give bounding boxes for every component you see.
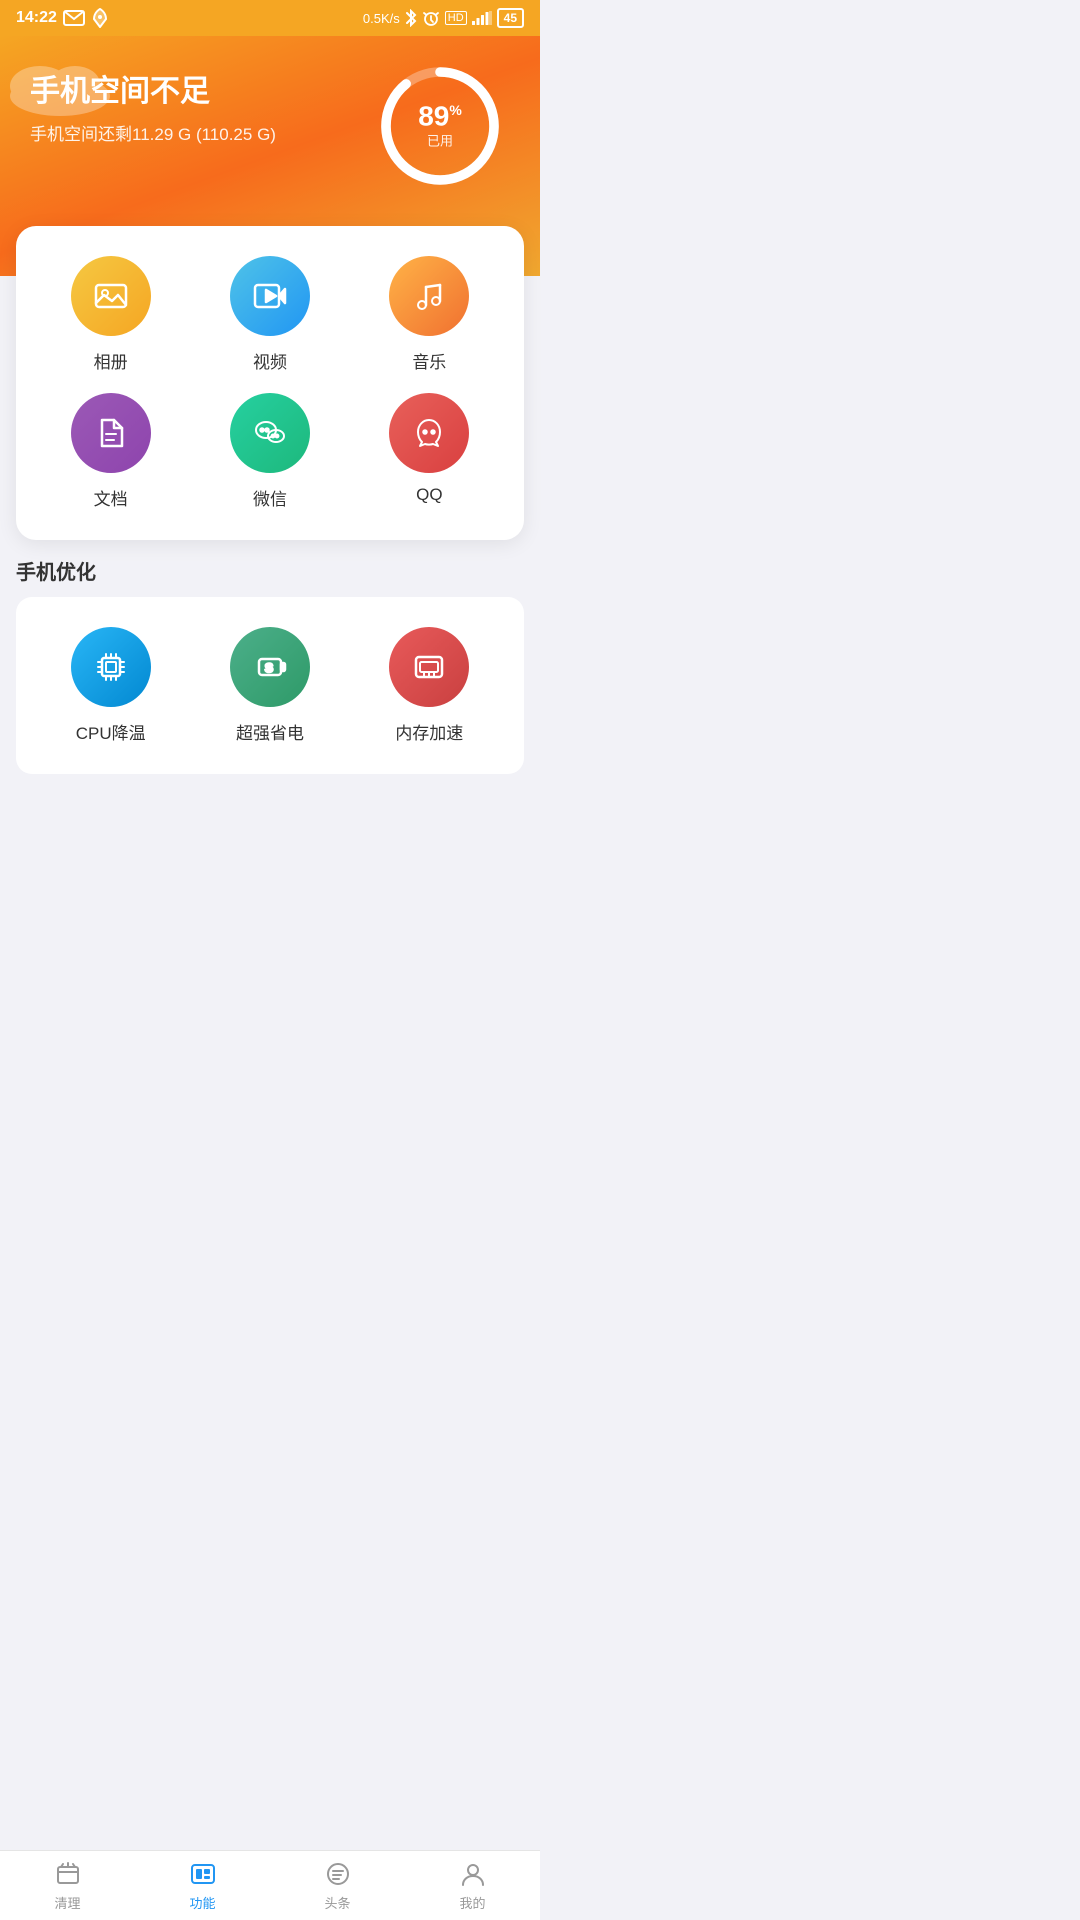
memory-label: 内存加速 bbox=[395, 719, 463, 744]
signal-icon bbox=[472, 11, 492, 25]
hd-badge: HD bbox=[445, 11, 467, 25]
clean-nav-icon bbox=[53, 1859, 83, 1889]
nav-function-label: 功能 bbox=[189, 1893, 215, 1912]
battery-indicator: 45 bbox=[497, 8, 524, 28]
qq-label: QQ bbox=[416, 485, 442, 505]
headline-nav-icon bbox=[323, 1859, 353, 1889]
usage-circle: 89% 已用 bbox=[380, 66, 500, 186]
function-nav-icon bbox=[188, 1859, 218, 1889]
doc-item[interactable]: 文档 bbox=[36, 393, 185, 510]
memory-icon-circle bbox=[389, 627, 469, 707]
email-icon bbox=[63, 10, 85, 26]
network-speed: 0.5K/s bbox=[363, 11, 400, 26]
status-time: 14:22 bbox=[16, 9, 57, 27]
nav-headline[interactable]: 头条 bbox=[308, 1859, 368, 1912]
qq-icon-circle bbox=[389, 393, 469, 473]
qq-item[interactable]: QQ bbox=[355, 393, 504, 510]
doc-label: 文档 bbox=[94, 485, 128, 510]
optimization-card: CPU降温 S 超强省电 bbox=[16, 597, 524, 774]
wechat-label: 微信 bbox=[253, 485, 287, 510]
media-card: 相册 视频 bbox=[16, 226, 524, 540]
wechat-icon-circle bbox=[230, 393, 310, 473]
cpu-item[interactable]: CPU降温 bbox=[36, 627, 185, 744]
photo-label: 相册 bbox=[94, 348, 128, 373]
cpu-icon-circle bbox=[71, 627, 151, 707]
wechat-item[interactable]: 微信 bbox=[195, 393, 344, 510]
optimization-section-title: 手机优化 bbox=[16, 556, 524, 585]
nav-headline-label: 头条 bbox=[324, 1893, 350, 1912]
alarm-icon bbox=[422, 9, 440, 27]
video-label: 视频 bbox=[253, 348, 287, 373]
battery-value: 45 bbox=[504, 11, 517, 25]
nav-function[interactable]: 功能 bbox=[173, 1859, 233, 1912]
battery-icon-circle: S bbox=[230, 627, 310, 707]
cpu-label: CPU降温 bbox=[76, 719, 146, 744]
music-label: 音乐 bbox=[412, 348, 446, 373]
bluetooth-icon bbox=[405, 9, 417, 27]
nav-clean[interactable]: 清理 bbox=[38, 1859, 98, 1912]
nav-clean-label: 清理 bbox=[54, 1893, 80, 1912]
mine-nav-icon bbox=[458, 1859, 488, 1889]
nav-mine-label: 我的 bbox=[459, 1893, 485, 1912]
music-item[interactable]: 音乐 bbox=[355, 256, 504, 373]
nav-mine[interactable]: 我的 bbox=[443, 1859, 503, 1912]
battery-label: 超强省电 bbox=[236, 719, 304, 744]
cloud-decoration bbox=[0, 56, 120, 116]
video-item[interactable]: 视频 bbox=[195, 256, 344, 373]
rocket-icon bbox=[91, 8, 109, 28]
bottom-nav: 清理 功能 头条 我的 bbox=[0, 1850, 540, 1920]
music-icon-circle bbox=[389, 256, 469, 336]
video-icon-circle bbox=[230, 256, 310, 336]
usage-percent: 89% bbox=[418, 103, 462, 131]
usage-label: 已用 bbox=[418, 131, 462, 150]
svg-text:S: S bbox=[265, 661, 273, 675]
photo-item[interactable]: 相册 bbox=[36, 256, 185, 373]
battery-item[interactable]: S 超强省电 bbox=[195, 627, 344, 744]
photo-icon-circle bbox=[71, 256, 151, 336]
memory-item[interactable]: 内存加速 bbox=[355, 627, 504, 744]
status-bar: 14:22 0.5K/s bbox=[0, 0, 540, 36]
doc-icon-circle bbox=[71, 393, 151, 473]
media-grid: 相册 视频 bbox=[36, 256, 504, 510]
optimization-grid: CPU降温 S 超强省电 bbox=[36, 627, 504, 744]
status-icons: 0.5K/s HD 45 bbox=[363, 8, 524, 28]
